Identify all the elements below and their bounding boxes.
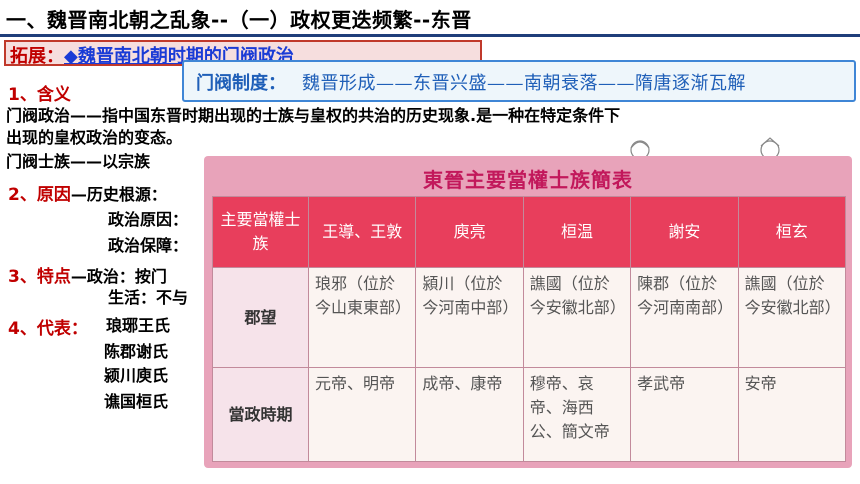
cause-guarantee: 政治保障： <box>108 236 189 255</box>
table-cell: 穆帝、哀帝、海西公、簡文帝 <box>522 367 632 462</box>
title-underline <box>0 34 860 37</box>
table-header-cell: 謝安 <box>630 196 739 268</box>
cause-heading: 2、原因 <box>8 185 71 205</box>
extension-label: 拓展： <box>10 46 64 67</box>
table-header-cell: 桓玄 <box>737 196 847 268</box>
meaning-line-3: 门阀士族——以宗族 <box>6 152 151 171</box>
features-life: 生活：不与 <box>108 288 189 307</box>
representatives-heading: 4、代表： <box>8 319 88 339</box>
banner-text: 魏晋形成——东晋兴盛——南朝衰落——隋唐逐渐瓦解 <box>302 73 746 94</box>
table-cell: 潁川（位於今河南中部） <box>415 267 524 368</box>
table-cell: 譙國（位於今安徽北部） <box>522 267 632 368</box>
banner-label: 门阀制度： <box>196 73 286 94</box>
table-cell: 成帝、康帝 <box>415 367 524 462</box>
table-cell: 琅邪（位於今山東東部） <box>307 267 417 368</box>
features-political: —政治：按门 <box>70 267 167 286</box>
table-header-cell: 主要當權士族 <box>212 196 309 268</box>
meaning-line-2: 出现的皇权政治的变态。 <box>6 128 183 147</box>
features-row: 3、特点—政治：按门 <box>8 262 167 287</box>
representative-item: 陈郡谢氏 <box>104 342 169 361</box>
table-header-cell: 庾亮 <box>415 196 524 268</box>
cause-political: 政治原因： <box>108 210 189 229</box>
table-row: 郡望 琅邪（位於今山東東部） 潁川（位於今河南中部） 譙國（位於今安徽北部） 陳… <box>212 267 847 368</box>
table-title: 東晉主要當權士族簡表 <box>423 168 633 192</box>
page-title: 一、魏晋南北朝之乱象--（一）政权更迭频繁--东晋 <box>6 8 472 32</box>
table-row: 當政時期 元帝、明帝 成帝、康帝 穆帝、哀帝、海西公、簡文帝 孝武帝 安帝 <box>212 367 847 462</box>
representative-item: 颍川庾氏 <box>104 366 169 385</box>
row-label: 當政時期 <box>212 367 309 462</box>
table-header-cell: 王導、王敦 <box>307 196 417 268</box>
meaning-heading: 1、含义 <box>8 85 71 105</box>
table-cell: 元帝、明帝 <box>307 367 417 462</box>
representative-item: 谯国桓氏 <box>104 392 169 411</box>
cause-root: —历史根源： <box>70 185 167 204</box>
row-label: 郡望 <box>212 267 309 368</box>
table-cell: 安帝 <box>737 367 847 462</box>
table-cell: 孝武帝 <box>630 367 739 462</box>
meaning-line-1: 门阀政治——指中国东晋时期出现的士族与皇权的共治的历史现象.是一种在特定条件下 <box>6 106 621 125</box>
clan-table: 主要當權士族 王導、王敦 庾亮 桓温 謝安 桓玄 郡望 琅邪（位於今山東東部） … <box>212 196 847 462</box>
table-cell: 陳郡（位於今河南南部） <box>630 267 739 368</box>
table-header-row: 主要當權士族 王導、王敦 庾亮 桓温 謝安 桓玄 <box>212 196 847 268</box>
table-header-cell: 桓温 <box>522 196 632 268</box>
features-heading: 3、特点 <box>8 267 71 287</box>
representative-item: 琅琊王氏 <box>106 316 171 335</box>
cause-row: 2、原因—历史根源： <box>8 180 167 205</box>
table-cell: 譙國（位於今安徽北部） <box>737 267 847 368</box>
